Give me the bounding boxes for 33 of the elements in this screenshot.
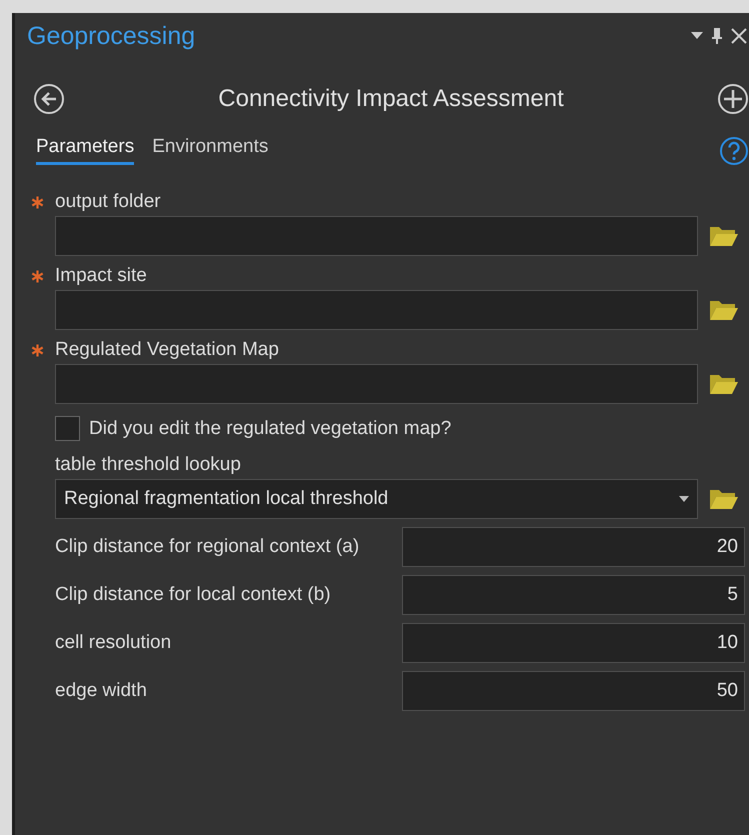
tool-title: Connectivity Impact Assessment — [217, 85, 565, 113]
number-field[interactable]: 10 — [402, 623, 745, 663]
help-icon[interactable] — [719, 136, 749, 166]
parameter-label: Clip distance for local context (b) — [55, 583, 332, 607]
close-icon[interactable] — [731, 28, 747, 44]
dropdown-arrow-icon[interactable] — [691, 32, 703, 40]
back-icon[interactable] — [33, 83, 65, 115]
folder-icon[interactable] — [708, 372, 738, 396]
number-field[interactable]: 5 — [402, 575, 745, 615]
pin-icon[interactable] — [711, 27, 723, 45]
parameter-label: output folder — [55, 190, 162, 214]
dropdown[interactable]: Regional fragmentation local threshold — [55, 479, 698, 519]
caret-icon — [679, 496, 689, 502]
folder-icon[interactable] — [708, 224, 738, 248]
parameter-label: table threshold lookup — [55, 453, 242, 477]
tab[interactable]: Environments — [152, 136, 268, 165]
add-icon[interactable] — [717, 83, 749, 115]
folder-icon[interactable] — [708, 487, 738, 511]
parameter-label: edge width — [55, 679, 148, 703]
parameter-label: Regulated Vegetation Map — [55, 338, 280, 362]
folder-icon[interactable] — [708, 298, 738, 322]
checkbox-label: Did you edit the regulated vegetation map? — [89, 416, 452, 440]
input-field[interactable] — [55, 364, 698, 404]
number-field[interactable]: 20 — [402, 527, 745, 567]
pane-title: Geoprocessing — [27, 22, 196, 50]
tab[interactable]: Parameters — [36, 136, 134, 165]
input-field[interactable] — [55, 290, 698, 330]
parameter-label: Impact site — [55, 264, 148, 288]
checkbox[interactable] — [55, 416, 80, 441]
number-field[interactable]: 50 — [402, 671, 745, 711]
parameter-label: cell resolution — [55, 631, 172, 655]
parameter-label: Clip distance for regional context (a) — [55, 535, 360, 559]
input-field[interactable] — [55, 216, 698, 256]
